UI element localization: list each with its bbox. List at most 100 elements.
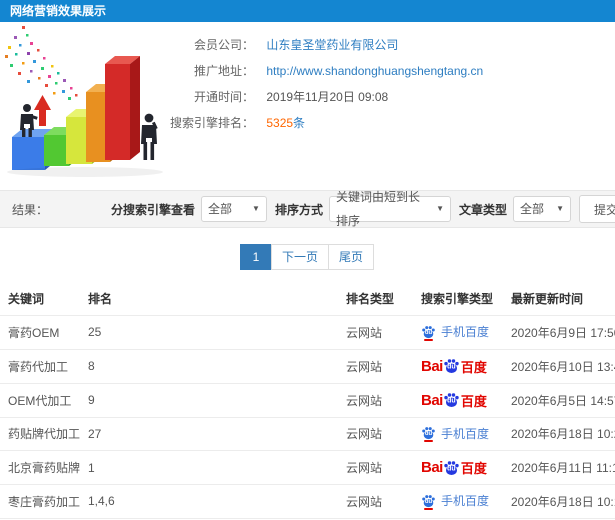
marketing-growth-illustration	[5, 26, 163, 177]
mobile-baidu-label: 手机百度	[441, 494, 490, 508]
baidu-paw-du-text: du	[424, 431, 433, 438]
table-row: OEM代加工 9 云网站 Bai du 百度 2020年6月5日 14:57	[0, 383, 615, 417]
paw-underline-decoration	[424, 440, 433, 442]
search-engine-logo-slot: du 手机百度	[421, 427, 489, 443]
info-row-company: 会员公司： 山东皇圣堂药业有限公司	[162, 32, 615, 58]
up-arrow-icon	[34, 95, 51, 126]
mobile-baidu-logo: du 手机百度	[421, 323, 489, 341]
paw-underline-decoration	[424, 338, 433, 341]
article-type-selected-value: 全部	[520, 202, 545, 216]
mobile-baidu-label: 手机百度	[441, 426, 490, 441]
rank-type-cell: 云网站	[346, 494, 383, 509]
ranking-count-number: 5325	[266, 116, 294, 130]
chevron-down-icon: ▼	[252, 204, 260, 213]
search-engine-logo-slot: Bai du 百度	[421, 391, 487, 409]
last-page-button[interactable]: 尾页	[328, 244, 375, 270]
info-row-ranking-count: 搜索引擎排名： 5325条	[162, 110, 615, 136]
engine-cell: Bai du 百度	[413, 349, 503, 383]
keyword-cell: 北京膏药贴牌	[8, 461, 80, 475]
baidu-logo: Bai du 百度	[421, 458, 487, 477]
baidu-paw-du-text: du	[447, 363, 456, 371]
header-keyword: 关键词	[8, 292, 45, 306]
paw-underline-decoration	[424, 507, 433, 510]
info-row-url: 推广地址： http://www.shandonghuangshengtang.…	[162, 58, 615, 84]
engine-cell: Bai du 百度	[413, 383, 503, 417]
table-header-row: 关键词 排名 排名类型 搜索引擎类型 最新更新时间	[0, 282, 615, 316]
baidu-logo: Bai du 百度	[421, 357, 487, 376]
baidu-paw-icon: du	[443, 392, 460, 408]
company-name-link[interactable]: 山东皇圣堂药业有限公司	[266, 38, 398, 52]
keyword-cell: 枣庄膏药加工	[8, 494, 80, 509]
table-row: 北京膏药贴牌 1 云网站 Bai du 百度 2020年6月11日 11:18	[0, 450, 615, 485]
rank-cell[interactable]: 1	[80, 451, 338, 485]
rank-type-cell: 云网站	[346, 325, 383, 340]
table-row: 药贴牌代加工 27 云网站 du 手机百度 2020年6月18日 10:25	[0, 417, 615, 451]
chevron-down-icon: ▼	[436, 204, 444, 213]
engine-view-selected-value: 全部	[207, 202, 232, 216]
rank-cell[interactable]: 9	[80, 383, 338, 417]
bar-red	[105, 56, 140, 160]
keyword-cell: 膏药代加工	[8, 359, 69, 374]
rank-type-cell: 云网站	[346, 461, 383, 475]
engine-view-select[interactable]: 全部 ▼	[200, 196, 267, 222]
next-page-button[interactable]: 下一页	[270, 244, 329, 270]
baidu-paw-icon: du	[443, 460, 460, 476]
engine-cell: du 手机百度	[413, 316, 503, 350]
engine-view-label: 分搜索引擎查看	[110, 202, 195, 217]
submit-button[interactable]: 提交	[579, 195, 615, 223]
rank-cell[interactable]: 1,4,6	[80, 485, 338, 519]
mobile-baidu-logo: du 手机百度	[421, 425, 489, 442]
rank-cell[interactable]: 27	[80, 417, 338, 451]
rank-cell[interactable]: 8	[80, 349, 338, 383]
open-time-value: 2019年11月20日 09:08	[266, 90, 389, 104]
ranking-count-value: 5325条	[266, 116, 305, 130]
sort-select[interactable]: 关键词由短到长排序 ▼	[328, 190, 451, 228]
confetti-decoration	[5, 26, 78, 100]
baidu-paw-icon: du	[421, 494, 436, 510]
baidu-logo-bai-text: Bai	[421, 391, 443, 409]
baidu-paw-du-text: du	[424, 329, 433, 336]
promotion-url-link[interactable]: http://www.shandonghuangshengtang.cn	[266, 64, 483, 78]
keyword-cell: OEM代加工	[8, 393, 72, 408]
search-engine-logo-slot: du 手机百度	[421, 494, 489, 511]
page-header: 网络营销效果展示	[0, 0, 615, 22]
table-row: 膏药代加工 8 云网站 Bai du 百度 2020年6月10日 13:40	[0, 349, 615, 383]
updated-cell: 2020年6月18日 10:25	[511, 427, 615, 442]
baidu-paw-icon: du	[421, 325, 436, 341]
sort-label: 排序方式	[274, 202, 323, 217]
baidu-logo-cn-text: 百度	[460, 393, 487, 409]
header-rank: 排名	[88, 292, 113, 306]
article-type-label: 文章类型	[458, 202, 507, 217]
page-button-1[interactable]: 1	[239, 244, 272, 270]
article-type-select[interactable]: 全部 ▼	[513, 196, 571, 222]
rank-type-cell: 云网站	[346, 359, 383, 374]
engine-cell: du 手机百度	[413, 485, 503, 519]
rank-type-cell: 云网站	[346, 427, 383, 442]
page-title: 网络营销效果展示	[10, 4, 107, 18]
company-info-list: 会员公司： 山东皇圣堂药业有限公司 推广地址： http://www.shand…	[162, 22, 615, 136]
rank-type-cell: 云网站	[346, 393, 383, 408]
updated-cell: 2020年6月9日 17:50	[511, 325, 615, 340]
baidu-paw-icon: du	[421, 426, 436, 442]
header-engine-type: 搜索引擎类型	[421, 292, 494, 306]
search-engine-logo-slot: du 手机百度	[421, 325, 489, 342]
baidu-paw-du-text: du	[447, 397, 456, 405]
updated-cell: 2020年6月10日 13:40	[511, 359, 615, 374]
baidu-paw-icon: du	[443, 358, 460, 374]
chevron-down-icon: ▼	[556, 204, 564, 213]
baidu-logo-bai-text: Bai	[421, 459, 443, 476]
sort-selected-value: 关键词由短到长排序	[335, 190, 420, 228]
summary-section: 会员公司： 山东皇圣堂药业有限公司 推广地址： http://www.shand…	[0, 22, 615, 190]
keyword-cell: 膏药OEM	[8, 325, 60, 340]
businessman-right	[141, 113, 158, 160]
baidu-logo-cn-text: 百度	[460, 359, 487, 375]
baidu-paw-du-text: du	[424, 498, 433, 505]
info-row-open-time: 开通时间： 2019年11月20日 09:08	[162, 84, 615, 110]
baidu-logo-cn-text: 百度	[460, 461, 487, 476]
updated-cell: 2020年6月5日 14:57	[511, 393, 615, 408]
search-engine-logo-slot: Bai du 百度	[421, 357, 487, 376]
rank-cell[interactable]: 25	[80, 316, 338, 350]
pagination: 1 下一页 尾页	[0, 228, 615, 282]
header-updated: 最新更新时间	[511, 292, 584, 306]
keyword-cell: 药贴牌代加工	[8, 427, 80, 442]
